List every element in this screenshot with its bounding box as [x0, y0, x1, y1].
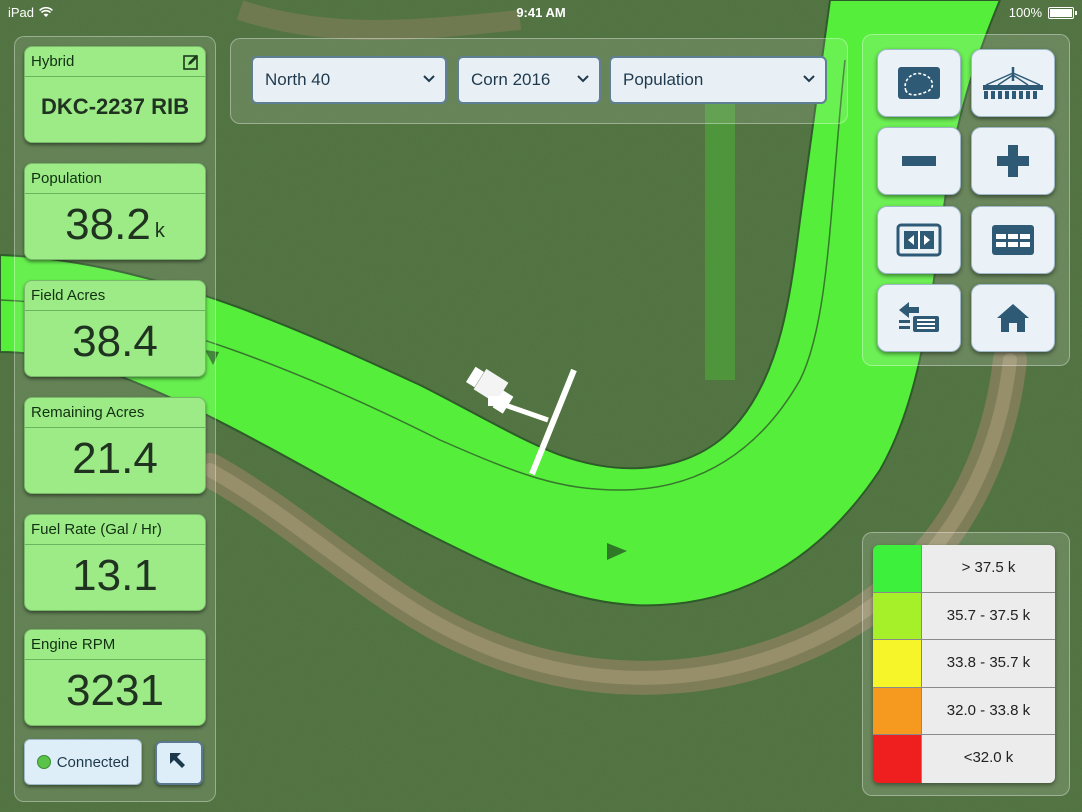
chevron-down-icon: [577, 75, 589, 83]
planter-button[interactable]: [971, 49, 1055, 117]
legend-label: <32.0 k: [922, 735, 1055, 783]
legend-label: 33.8 - 35.7 k: [922, 640, 1055, 687]
battery-percent: 100%: [1008, 5, 1042, 20]
fit-to-screen-icon: [896, 223, 942, 257]
status-bar: iPad 9:41 AM 100%: [0, 0, 1082, 24]
layer-select-value: Population: [623, 70, 704, 89]
clock: 9:41 AM: [516, 5, 566, 20]
connection-status-label: Connected: [56, 753, 130, 771]
battery-icon: [1048, 6, 1077, 19]
legend-row: 35.7 - 37.5 k: [873, 592, 1055, 641]
population-tile[interactable]: Population 38.2 k: [24, 163, 206, 260]
selector-panel: North 40 Corn 2016 Population: [230, 38, 848, 124]
tile-value-wrap: 38.2 k: [25, 194, 205, 256]
home-icon: [997, 304, 1029, 332]
legend-row: 32.0 - 33.8 k: [873, 687, 1055, 736]
tile-label: Field Acres: [25, 281, 205, 311]
tile-label: Engine RPM: [25, 630, 205, 660]
chevron-down-icon: [423, 75, 435, 83]
zoom-out-button[interactable]: [877, 127, 961, 195]
field-boundary-button[interactable]: [877, 49, 961, 117]
legend-swatch: [873, 735, 922, 783]
engine-rpm-tile[interactable]: Engine RPM 3231: [24, 629, 206, 726]
field-map-icon: [898, 67, 940, 99]
map-tools-panel: [862, 34, 1070, 366]
edit-icon[interactable]: [183, 54, 199, 70]
table-view-button[interactable]: [971, 206, 1055, 274]
hybrid-tile[interactable]: Hybrid DKC-2237 RIB: [24, 46, 206, 143]
tile-value: 38.2: [65, 200, 151, 249]
metrics-panel: Hybrid DKC-2237 RIB Population 38.2 k Fie…: [14, 36, 216, 802]
tile-value: 3231: [66, 666, 164, 715]
layer-select[interactable]: Population: [609, 56, 827, 104]
season-select-value: Corn 2016: [471, 70, 551, 89]
legend-label: > 37.5 k: [922, 545, 1055, 592]
connection-status-button[interactable]: Connected: [24, 739, 142, 785]
tile-label: Population: [25, 164, 205, 194]
tile-label: Fuel Rate (Gal / Hr): [25, 515, 205, 545]
minus-icon: [902, 156, 936, 166]
collapse-panel-button[interactable]: [155, 741, 203, 785]
plus-icon: [997, 145, 1029, 177]
field-select-value: North 40: [265, 70, 331, 89]
chevron-down-icon: [803, 75, 815, 83]
tile-value: 38.4: [72, 317, 158, 366]
legend-row: 33.8 - 35.7 k: [873, 640, 1055, 688]
fuel-rate-tile[interactable]: Fuel Rate (Gal / Hr) 13.1: [24, 514, 206, 611]
population-legend: > 37.5 k 35.7 - 37.5 k 33.8 - 35.7 k 32.…: [873, 545, 1055, 783]
tile-value: 21.4: [72, 434, 158, 483]
remaining-acres-tile[interactable]: Remaining Acres 21.4: [24, 397, 206, 494]
tile-value: DKC-2237 RIB: [41, 94, 189, 119]
planter-icon: [983, 67, 1043, 99]
legend-swatch: [873, 687, 922, 735]
tile-label: Hybrid: [25, 47, 205, 77]
tile-unit: k: [154, 220, 165, 242]
legend-swatch: [873, 592, 922, 640]
season-select[interactable]: Corn 2016: [457, 56, 601, 104]
legend-row: > 37.5 k: [873, 545, 1055, 593]
zoom-in-button[interactable]: [971, 127, 1055, 195]
legend-swatch: [873, 545, 922, 592]
table-icon: [992, 225, 1034, 255]
tile-label: Remaining Acres: [25, 398, 205, 428]
switch-layer-button[interactable]: [877, 284, 961, 352]
field-acres-tile[interactable]: Field Acres 38.4: [24, 280, 206, 377]
legend-swatch: [873, 640, 922, 687]
home-button[interactable]: [971, 284, 1055, 352]
fit-to-screen-button[interactable]: [877, 206, 961, 274]
legend-panel: > 37.5 k 35.7 - 37.5 k 33.8 - 35.7 k 32.…: [862, 532, 1070, 796]
connected-dot-icon: [36, 755, 51, 769]
legend-label: 35.7 - 37.5 k: [922, 592, 1055, 640]
legend-label: 32.0 - 33.8 k: [922, 687, 1055, 735]
tile-value: 13.1: [72, 551, 158, 600]
field-select[interactable]: North 40: [251, 56, 447, 104]
legend-row: <32.0 k: [873, 735, 1055, 783]
layer-switch-icon: [899, 302, 939, 332]
arrow-up-left-icon: [170, 753, 185, 768]
